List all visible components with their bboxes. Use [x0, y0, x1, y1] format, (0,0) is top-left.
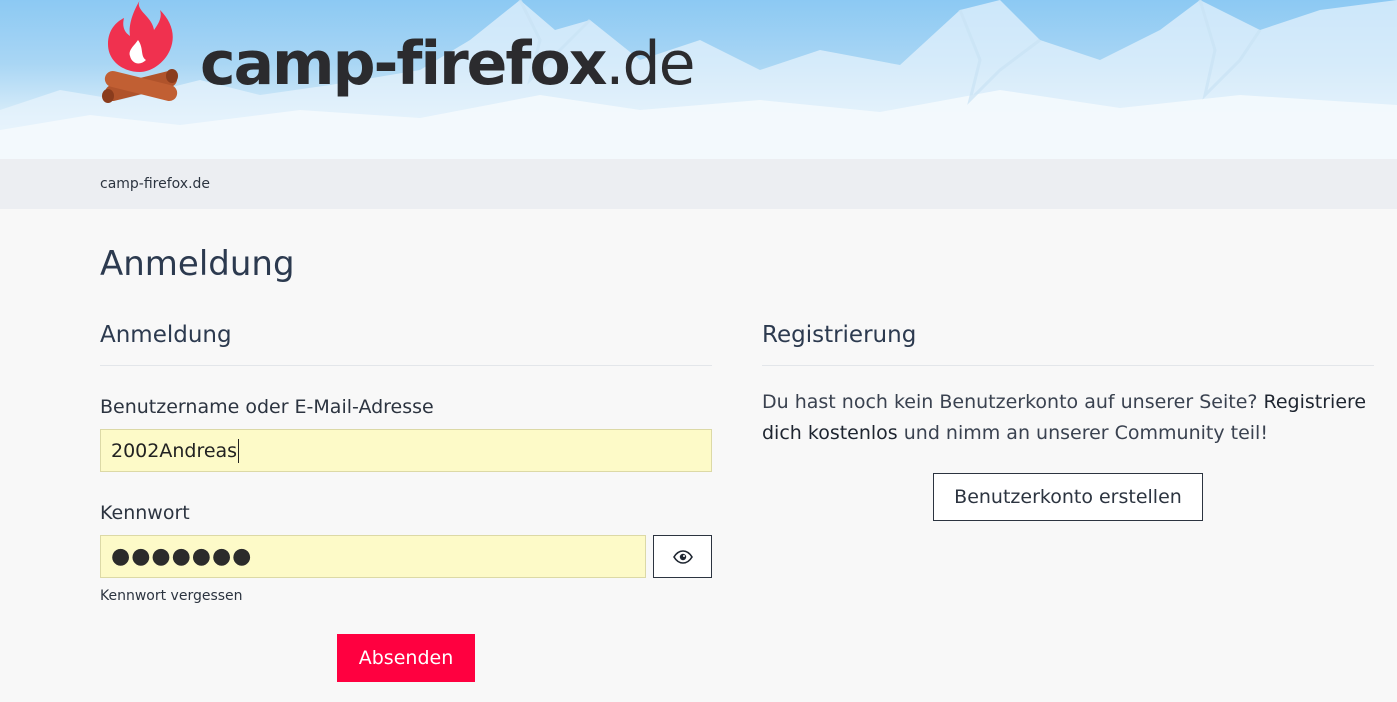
create-account-button[interactable]: Benutzerkonto erstellen: [933, 473, 1203, 521]
username-label: Benutzername oder E-Mail-Adresse: [100, 396, 434, 418]
register-section-title: Registrierung: [762, 322, 917, 348]
text-cursor: [238, 438, 240, 463]
breadcrumb-bar: camp-firefox.de: [0, 159, 1397, 209]
brand-wordmark[interactable]: camp-firefox.de: [200, 24, 695, 104]
register-text-before: Du hast noch kein Benutzerkonto auf unse…: [762, 391, 1264, 413]
show-password-button[interactable]: [653, 535, 712, 578]
username-value: 2002Andreas: [111, 439, 238, 462]
login-section-divider: [100, 365, 712, 366]
register-section-divider: [762, 365, 1374, 366]
password-label: Kennwort: [100, 502, 190, 524]
register-text-after: und nimm an unserer Community teil!: [897, 422, 1268, 444]
login-section-title: Anmeldung: [100, 322, 232, 348]
breadcrumb-home-link[interactable]: camp-firefox.de: [100, 176, 210, 192]
password-masked-value: ●●●●●●●: [111, 544, 253, 569]
forgot-password-link[interactable]: Kennwort vergessen: [100, 588, 243, 604]
site-header: camp-firefox.de: [0, 0, 1397, 159]
register-description: Du hast noch kein Benutzerkonto auf unse…: [762, 387, 1392, 449]
campfire-logo-icon[interactable]: [100, 0, 180, 110]
username-input[interactable]: 2002Andreas: [100, 429, 712, 472]
brand-tld: .de: [605, 29, 695, 99]
submit-button[interactable]: Absenden: [337, 634, 475, 682]
brand-name: camp-firefox: [200, 29, 607, 99]
eye-icon: [672, 549, 693, 564]
password-input[interactable]: ●●●●●●●: [100, 535, 646, 578]
page-title: Anmeldung: [100, 244, 295, 284]
